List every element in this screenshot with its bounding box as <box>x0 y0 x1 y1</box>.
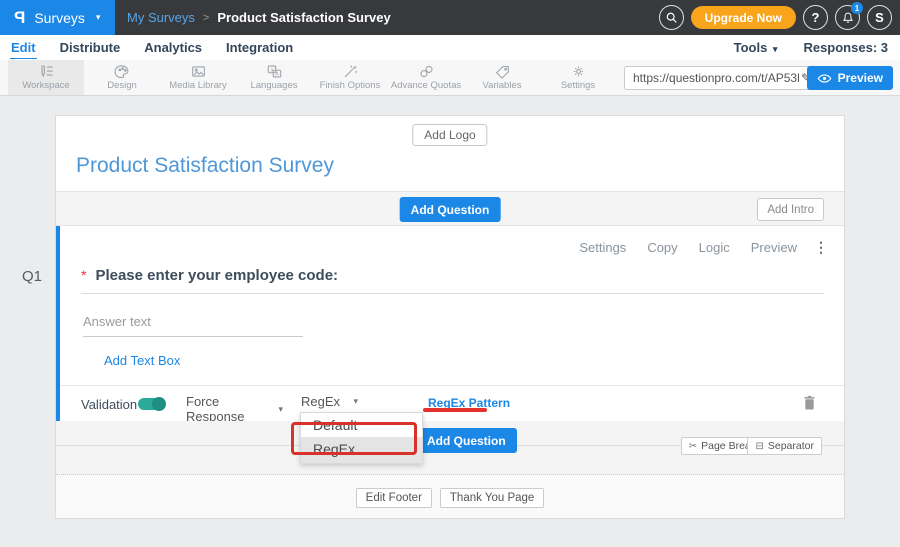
avatar-initial: S <box>875 10 884 25</box>
survey-nav: Edit Distribute Analytics Integration To… <box>0 35 900 60</box>
toggle-knob <box>152 397 166 411</box>
chain-links-icon <box>418 64 435 79</box>
question-text[interactable]: Please enter your employee code: <box>95 267 338 284</box>
add-text-box-link[interactable]: Add Text Box <box>104 353 180 368</box>
question-block-q1: Settings Copy Logic Preview ⋮ * Please e… <box>56 226 844 421</box>
tab-analytics[interactable]: Analytics <box>143 37 203 58</box>
survey-url-input[interactable] <box>625 71 801 85</box>
image-icon <box>190 64 207 79</box>
regex-pattern-link[interactable]: RegEx Pattern <box>428 396 510 410</box>
add-question-button-bottom[interactable]: Add Question <box>416 428 517 453</box>
topbar-actions: Upgrade Now ? 1 S <box>659 0 892 35</box>
more-options-icon[interactable]: ⋮ <box>814 239 828 256</box>
question-copy-link[interactable]: Copy <box>647 240 677 255</box>
edit-footer-button[interactable]: Edit Footer <box>356 488 432 508</box>
add-intro-button[interactable]: Add Intro <box>757 198 824 221</box>
validation-toggle[interactable] <box>138 398 165 410</box>
survey-footer-section: Edit Footer Thank You Page <box>56 474 844 518</box>
product-menu[interactable]: P Surveys ▾ <box>0 0 115 35</box>
magic-wand-icon <box>342 64 359 79</box>
survey-title[interactable]: Product Satisfaction Survey <box>76 154 334 178</box>
responses-link[interactable]: Responses: 3 <box>803 40 888 55</box>
chevron-down-icon: ▾ <box>773 44 778 54</box>
toolbar-item-finish-options[interactable]: Finish Options <box>312 60 388 95</box>
chevron-down-icon: ▾ <box>96 12 101 23</box>
upgrade-now-button[interactable]: Upgrade Now <box>691 6 796 29</box>
separator-icon: ⊟ <box>755 441 763 452</box>
survey-url-field: ✎ <box>624 66 818 90</box>
survey-header-section: Add Logo Product Satisfaction Survey <box>56 116 844 191</box>
thank-you-page-button[interactable]: Thank You Page <box>440 488 544 508</box>
tools-menu[interactable]: Tools ▾ <box>734 40 778 55</box>
toolbar-item-workspace[interactable]: Workspace <box>8 60 84 95</box>
add-logo-button[interactable]: Add Logo <box>412 124 487 146</box>
validation-type-dropdown: Default RegEx <box>300 412 423 464</box>
trash-icon <box>803 395 816 410</box>
translate-icon: aA <box>266 64 283 79</box>
validation-row: Validation Force Response ▾ RegEx ▾ RegE… <box>60 385 844 421</box>
required-asterisk: * <box>81 267 86 283</box>
notifications-button[interactable]: 1 <box>835 5 860 30</box>
separator-button[interactable]: ⊟ Separator <box>747 437 822 455</box>
survey-panel: Add Logo Product Satisfaction Survey Add… <box>55 115 845 519</box>
tab-integration[interactable]: Integration <box>225 37 294 58</box>
preview-button[interactable]: Preview <box>807 66 893 90</box>
tag-icon <box>494 64 511 79</box>
help-button[interactable]: ? <box>803 5 828 30</box>
toolbar-item-advance-quotas[interactable]: Advance Quotas <box>388 60 464 95</box>
search-icon <box>665 11 678 24</box>
notification-badge: 1 <box>851 2 863 14</box>
product-menu-label: Surveys <box>34 10 85 26</box>
chevron-down-icon: ▾ <box>278 404 283 415</box>
question-settings-link[interactable]: Settings <box>579 240 626 255</box>
question-title-row: * Please enter your employee code: <box>81 267 824 294</box>
chevron-down-icon: ▾ <box>353 396 358 407</box>
search-button[interactable] <box>659 5 684 30</box>
delete-question-button[interactable] <box>803 395 816 415</box>
tab-distribute[interactable]: Distribute <box>59 37 122 58</box>
validation-type-select[interactable]: RegEx ▾ <box>301 394 358 414</box>
toolbar-item-languages[interactable]: aA Languages <box>236 60 312 95</box>
toolbar-item-design[interactable]: Design <box>84 60 160 95</box>
add-question-band-bottom: Add Question ✂ Page Break ⊟ Separator <box>56 421 844 474</box>
add-question-button-top[interactable]: Add Question <box>400 197 501 222</box>
question-preview-link[interactable]: Preview <box>751 240 797 255</box>
palette-icon <box>114 64 131 79</box>
tab-edit[interactable]: Edit <box>10 37 37 59</box>
toolbar-item-variables[interactable]: Variables <box>464 60 540 95</box>
top-bar: P Surveys ▾ My Surveys > Product Satisfa… <box>0 0 900 35</box>
question-number: Q1 <box>22 268 42 285</box>
workspace-icon <box>37 64 55 79</box>
survey-editor-canvas: Q1 Add Logo Product Satisfaction Survey … <box>0 96 900 547</box>
eye-icon <box>817 73 832 84</box>
account-avatar[interactable]: S <box>867 5 892 30</box>
breadcrumb-separator: > <box>203 12 209 24</box>
dropdown-option-default[interactable]: Default <box>301 413 422 437</box>
questionpro-logo-icon: P <box>14 8 25 28</box>
subnav-right: Tools ▾ Responses: 3 <box>734 40 888 55</box>
add-question-band: Add Question Add Intro <box>56 191 844 226</box>
gear-icon <box>570 64 587 79</box>
question-logic-link[interactable]: Logic <box>699 240 730 255</box>
dropdown-option-regex[interactable]: RegEx <box>301 437 422 463</box>
toolbar-item-media-library[interactable]: Media Library <box>160 60 236 95</box>
question-actions: Settings Copy Logic Preview ⋮ <box>579 239 828 256</box>
validation-label: Validation <box>81 397 137 412</box>
breadcrumb-my-surveys[interactable]: My Surveys <box>127 10 195 25</box>
svg-text:a: a <box>270 68 273 74</box>
breadcrumb-current-survey: Product Satisfaction Survey <box>217 10 390 25</box>
scissors-icon: ✂ <box>689 441 697 452</box>
question-mark-icon: ? <box>812 10 820 25</box>
breadcrumb: My Surveys > Product Satisfaction Survey <box>127 10 391 25</box>
editor-toolbar: Workspace Design Media Library aA Langua… <box>0 60 900 96</box>
answer-text-field[interactable]: Answer text <box>83 314 303 337</box>
toolbar-item-settings[interactable]: Settings <box>540 60 616 95</box>
